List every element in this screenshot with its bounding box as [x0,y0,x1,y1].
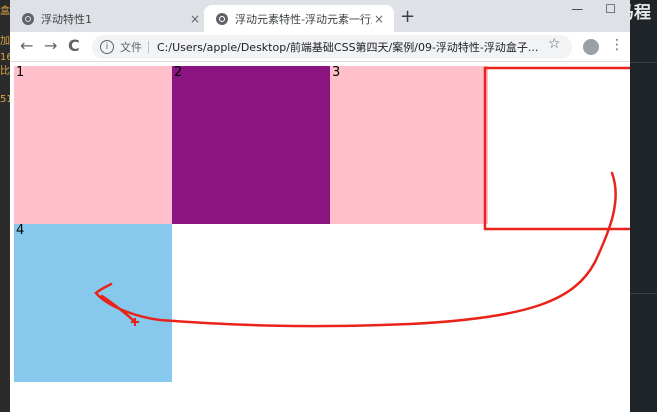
glyph: 加 [0,36,10,47]
menu-icon[interactable]: ⋮ [610,37,624,53]
box-label: 3 [332,65,341,80]
box-label: 2 [174,65,183,80]
page-viewport: 1 2 3 4 [10,62,630,412]
url-text: C:/Users/apple/Desktop/前端基础CSS第四天/案例/09-… [157,41,539,54]
forward-button[interactable]: → [44,36,57,56]
float-box-2: 2 [172,66,330,224]
float-box-3: 3 [330,66,488,224]
reload-button[interactable]: C [68,36,80,56]
tab-strip: 浮动特性1 × 浮动元素特性-浮动元素一行显示 × + — ☐ [10,0,630,32]
window-controls: — ☐ [571,2,616,16]
globe-icon [22,12,34,25]
scheme-label: 文件 [120,41,142,54]
tab-title: 浮动元素特性-浮动元素一行显示 [235,12,372,26]
browser-window: 浮动特性1 × 浮动元素特性-浮动元素一行显示 × + — ☐ ← → C i … [10,0,630,412]
box-label: 1 [16,65,25,80]
glyph: 比 [0,66,10,77]
info-icon[interactable]: i [100,40,114,54]
maximize-button[interactable]: ☐ [605,2,616,16]
address-bar[interactable]: i 文件 C:/Users/apple/Desktop/前端基础CSS第四天/案… [92,35,572,59]
float-box-4: 4 [14,224,172,382]
divider [630,62,657,63]
back-button[interactable]: ← [20,36,33,56]
minimize-button[interactable]: — [571,2,583,16]
divider [630,293,657,294]
new-tab-button[interactable]: + [400,7,415,27]
float-box-1: 1 [14,66,172,224]
box-label: 4 [16,223,25,238]
glyph: 盒 [0,6,10,17]
divider [148,41,149,53]
profile-avatar[interactable] [583,39,599,55]
bookmark-star-icon[interactable]: ☆ [548,36,561,52]
other-window-edge: 盒 加 16 比 51 [0,0,13,412]
close-icon[interactable]: × [372,12,386,26]
browser-toolbar: ← → C i 文件 C:/Users/apple/Desktop/前端基础CS… [10,32,630,62]
tab-title: 浮动特性1 [41,12,92,26]
tab-float-inline[interactable]: 浮动元素特性-浮动元素一行显示 × [204,5,394,32]
globe-icon [216,12,228,25]
close-icon[interactable]: × [188,12,202,26]
tab-float-1[interactable]: 浮动特性1 × [10,5,210,32]
other-window-right: 黑马程 [600,0,657,412]
